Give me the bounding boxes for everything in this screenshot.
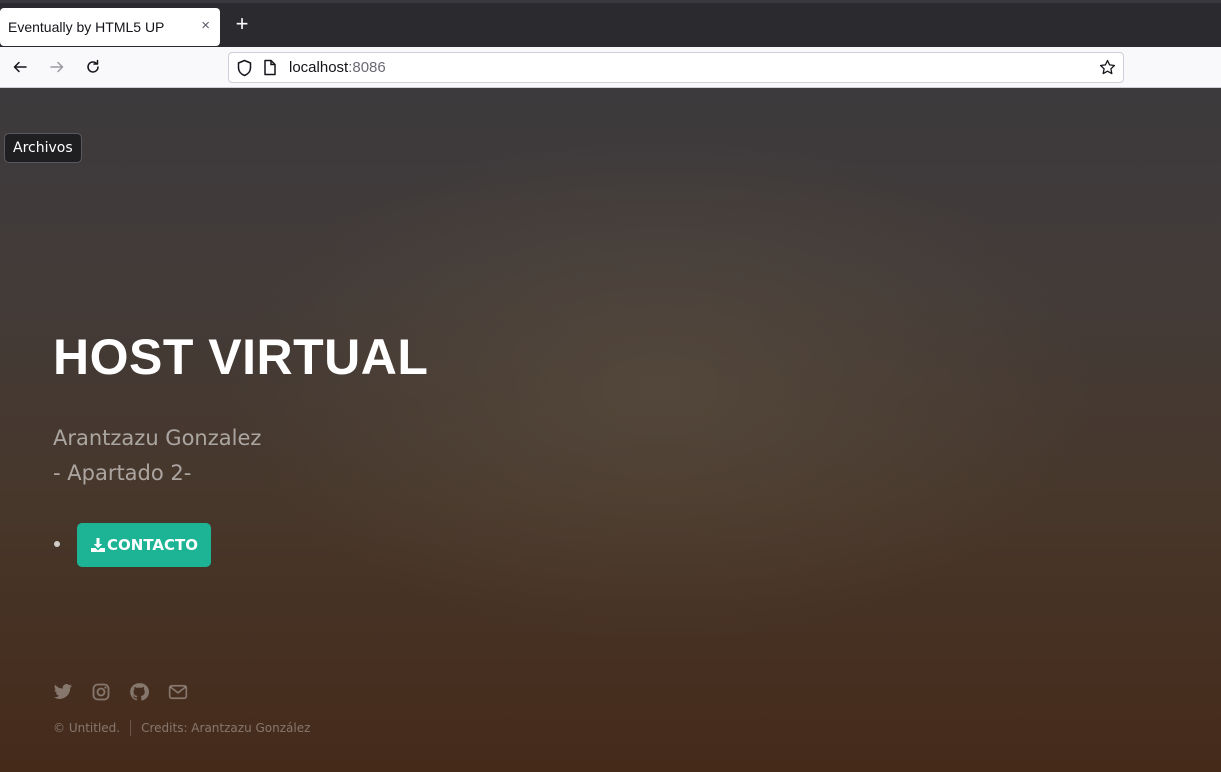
section-label: - Apartado 2-: [53, 461, 192, 485]
instagram-icon: [92, 683, 110, 701]
email-link[interactable]: [168, 682, 188, 702]
footer-credits: Credits: Arantzazu González: [141, 721, 311, 735]
tab-title: Eventually by HTML5 UP: [8, 19, 165, 35]
new-tab-button[interactable]: +: [232, 13, 252, 35]
browser-tab[interactable]: Eventually by HTML5 UP ×: [0, 8, 220, 46]
twitter-icon: [53, 684, 73, 699]
url-port: :8086: [348, 59, 386, 76]
github-icon: [130, 683, 149, 701]
tab-strip: Eventually by HTML5 UP × +: [0, 0, 1221, 47]
url-text[interactable]: localhost:8086: [289, 59, 386, 76]
page-content: Archivos HOST VIRTUAL Arantzazu Gonzalez…: [0, 88, 1221, 772]
contact-button[interactable]: CONTACTO: [77, 523, 211, 567]
twitter-link[interactable]: [53, 682, 73, 702]
reload-icon: [87, 59, 99, 73]
footer-copyright: © Untitled.: [53, 721, 121, 735]
github-link[interactable]: [129, 682, 149, 702]
page-title: HOST VIRTUAL: [53, 329, 429, 385]
bookmark-star-icon[interactable]: [1099, 59, 1116, 76]
shield-icon[interactable]: [236, 59, 253, 77]
download-icon: [91, 538, 105, 552]
envelope-icon: [168, 684, 188, 700]
navigation-bar: localhost:8086: [0, 47, 1221, 88]
author-name: Arantzazu Gonzalez: [53, 426, 262, 450]
forward-button[interactable]: [45, 55, 69, 79]
url-host: localhost: [289, 59, 349, 76]
back-arrow-icon: [13, 61, 27, 73]
back-button[interactable]: [8, 55, 32, 79]
archivos-button[interactable]: Archivos: [4, 133, 82, 163]
url-bar[interactable]: localhost:8086: [228, 52, 1124, 83]
page-icon: [264, 59, 276, 76]
contact-button-label: CONTACTO: [107, 536, 198, 554]
close-icon[interactable]: ×: [201, 17, 210, 35]
footer: © Untitled. Credits: Arantzazu González: [53, 720, 310, 736]
footer-divider: [130, 720, 132, 736]
instagram-link[interactable]: [91, 682, 111, 702]
forward-arrow-icon: [50, 61, 64, 73]
reload-button[interactable]: [81, 55, 105, 79]
list-bullet: [54, 541, 60, 547]
